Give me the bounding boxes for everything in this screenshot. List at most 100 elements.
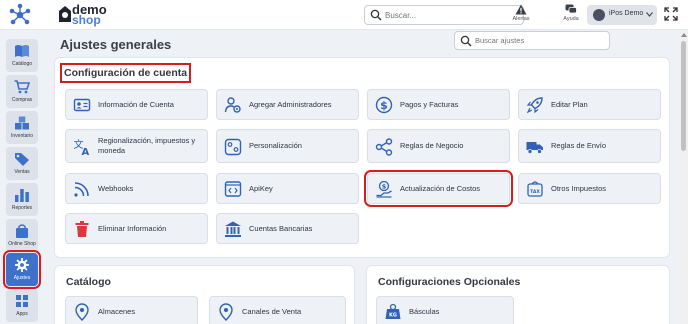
page-scrollbar[interactable]	[679, 31, 688, 324]
tile-label: Canales de Venta	[242, 306, 302, 316]
warning-icon	[515, 4, 527, 15]
alerts-button[interactable]: Alertas	[508, 4, 534, 28]
location-pin-icon	[75, 303, 89, 321]
tax-icon: TAX	[527, 181, 543, 197]
apps-icon	[16, 295, 28, 307]
account-settings-card: Configuración de cuenta Información de C…	[54, 57, 670, 258]
search-icon	[460, 35, 472, 47]
tile-basculas[interactable]: KG Básculas	[376, 296, 514, 324]
sidebar-item-label: Reportes	[11, 205, 33, 211]
sidebar-item-apps[interactable]: Apps	[6, 289, 38, 322]
logo-shop-text: shop	[72, 13, 101, 27]
tile-apikey[interactable]: ApiKey	[216, 173, 359, 204]
tile-label: Personalización	[249, 141, 302, 150]
page-title: Ajustes generales	[60, 37, 172, 52]
trash-icon	[75, 221, 89, 237]
avatar	[593, 9, 605, 21]
tile-agregar-administradores[interactable]: Agregar Administradores	[216, 89, 359, 120]
tile-pagos-facturas[interactable]: $ Pagos y Facturas	[367, 89, 510, 120]
user-gear-icon	[224, 97, 241, 113]
help-label: Ayuda	[563, 16, 579, 22]
dollar-circle-icon: $	[375, 96, 393, 114]
scale-icon: KG	[385, 303, 401, 319]
fullscreen-icon[interactable]	[664, 7, 678, 21]
tile-reglas-negocio[interactable]: Reglas de Negocio	[367, 129, 510, 163]
tile-label: Información de Cuenta	[98, 99, 174, 109]
tile-actualizacion-costos[interactable]: $ Actualización de Costos	[364, 170, 513, 207]
svg-text:KG: KG	[389, 313, 397, 319]
sidebar-item-label: Inventario	[11, 133, 33, 139]
sidebar-item-compras[interactable]: Compras	[6, 75, 38, 108]
tile-label: Editar Plan	[551, 99, 588, 109]
tile-eliminar-informacion[interactable]: Eliminar Información	[65, 213, 208, 244]
sidebar-item-ajustes[interactable]: Ajustes	[3, 250, 41, 289]
sidebar-item-ventas[interactable]: Ventas	[6, 147, 38, 180]
sidebar-item-label: Online Shop	[8, 241, 36, 247]
tile-reglas-envio[interactable]: Reglas de Envío	[518, 129, 661, 163]
tile-label: Pagos y Facturas	[400, 99, 459, 109]
settings-search[interactable]	[454, 31, 610, 50]
sidebar-item-catalogo[interactable]: Catálogo	[6, 39, 38, 72]
sidebar-item-label: Catálogo	[11, 61, 32, 67]
tile-label: Agregar Administradores	[249, 99, 332, 109]
tile-almacenes[interactable]: Almacenes	[65, 296, 198, 324]
translate-icon: 文A	[74, 138, 90, 156]
tile-editar-plan[interactable]: Editar Plan	[518, 89, 661, 120]
global-search-input[interactable]	[385, 8, 515, 22]
help-button[interactable]: Ayuda	[558, 4, 584, 28]
scroll-up-arrow-icon[interactable]	[680, 33, 687, 37]
tile-cuentas-bancarias[interactable]: Cuentas Bancarias	[216, 213, 359, 244]
svg-text:TAX: TAX	[530, 189, 540, 195]
share-nodes-icon	[375, 138, 393, 156]
gear-icon	[15, 258, 29, 272]
shop-bag-icon	[16, 224, 28, 238]
sidebar-item-label: Ventas	[14, 169, 30, 175]
optional-section-title: Configuraciones Opcionales	[378, 276, 521, 288]
sidebar: Catálogo Compras Inventario Ventas Repor…	[0, 31, 42, 324]
tile-label: Otros Impuestos	[551, 183, 607, 193]
tile-label: Actualización de Costos	[400, 183, 481, 193]
boxes-icon	[15, 116, 29, 130]
global-search[interactable]	[364, 5, 524, 25]
hub-network-icon[interactable]	[8, 3, 32, 27]
tile-label: Reglas de Negocio	[400, 141, 464, 150]
tile-personalizacion[interactable]: Personalización	[216, 129, 359, 163]
user-menu-button[interactable]: iPos Demo	[587, 5, 657, 25]
sidebar-item-label: Apps	[16, 311, 28, 317]
tile-label: Regionalización, impuestos y moneda	[98, 136, 196, 155]
tile-otros-impuestos[interactable]: TAX Otros Impuestos	[518, 173, 661, 204]
catalog-section-title: Catálogo	[66, 276, 111, 288]
sidebar-item-label: Compras	[11, 97, 33, 103]
cost-update-icon: $	[376, 180, 392, 198]
tile-label: Cuentas Bancarias	[249, 223, 313, 233]
svg-text:A: A	[82, 147, 90, 156]
demo-shop-logo[interactable]: demo shop	[56, 3, 136, 27]
tile-label: ApiKey	[249, 183, 273, 193]
tile-label: Almacenes	[98, 306, 136, 316]
tile-regionalizacion[interactable]: 文A Regionalización, impuestos y moneda	[65, 129, 208, 163]
svg-text:$: $	[382, 183, 387, 191]
settings-search-input[interactable]	[475, 34, 605, 47]
tile-webhooks[interactable]: Webhooks	[65, 173, 208, 204]
sidebar-item-label: Ajustes	[13, 275, 31, 281]
truck-icon	[526, 142, 543, 154]
search-icon	[370, 9, 382, 21]
tile-canales-venta[interactable]: Canales de Venta	[209, 296, 346, 324]
chat-help-icon	[565, 4, 577, 14]
chevron-down-icon	[646, 12, 653, 17]
user-name: iPos Demo	[609, 10, 644, 17]
tag-icon	[15, 153, 29, 166]
bank-icon	[225, 221, 241, 237]
account-section-title: Configuración de cuenta	[59, 63, 192, 83]
scrollbar-thumb[interactable]	[681, 41, 686, 151]
alerts-label: Alertas	[512, 16, 530, 22]
cart-icon	[14, 80, 30, 94]
tile-label: Eliminar Información	[98, 223, 167, 233]
catalog-card: Catálogo Almacenes Canales de Venta	[54, 265, 355, 324]
bar-chart-icon	[15, 189, 29, 202]
sidebar-item-reportes[interactable]: Reportes	[6, 183, 38, 216]
sidebar-item-online-shop[interactable]: Online Shop	[6, 219, 38, 252]
sidebar-item-inventario[interactable]: Inventario	[6, 111, 38, 144]
book-icon	[15, 45, 29, 57]
tile-informacion-cuenta[interactable]: Información de Cuenta	[65, 89, 208, 120]
